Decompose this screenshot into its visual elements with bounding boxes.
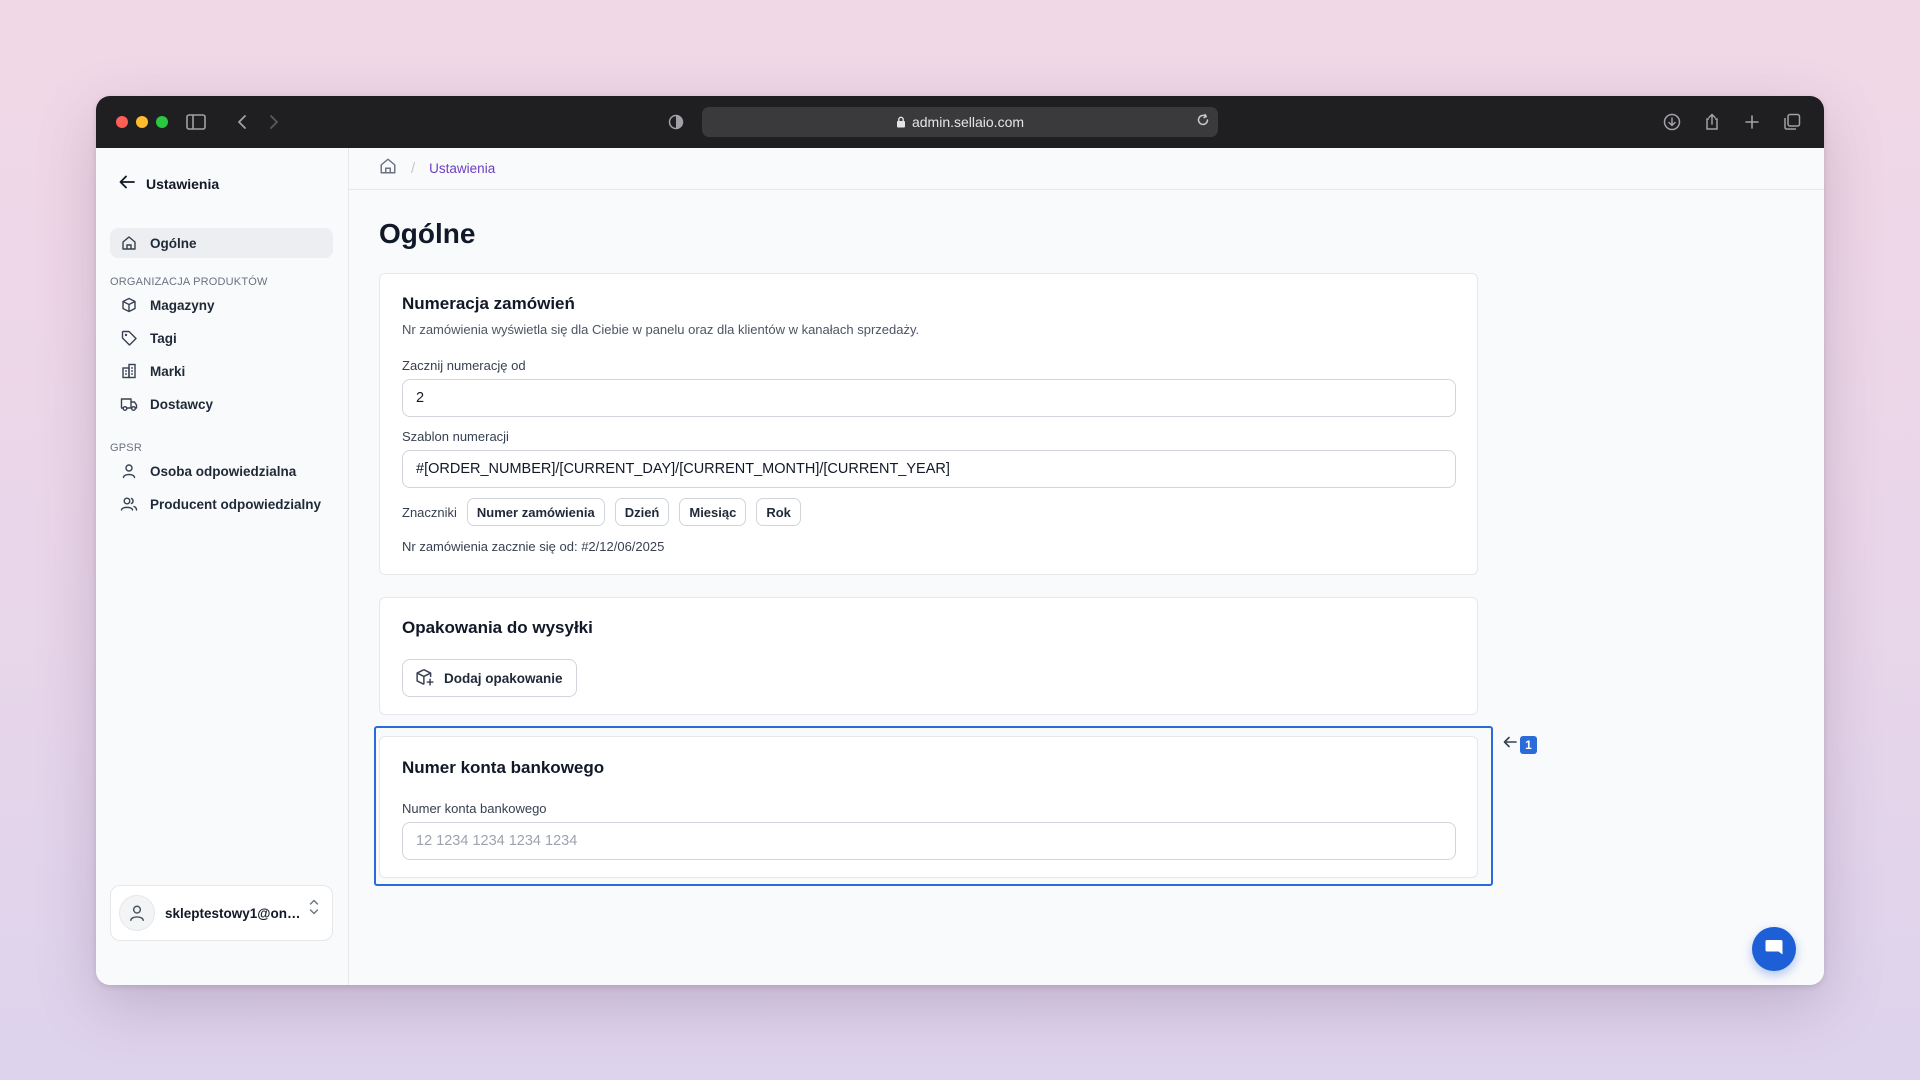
order-numbering-description: Nr zamówienia wyświetla się dla Ciebie w… [402, 322, 920, 337]
packaging-title: Opakowania do wysyłki [402, 618, 593, 637]
users-icon [120, 495, 138, 513]
lock-icon [896, 116, 906, 128]
chevron-up-down-icon [308, 898, 320, 921]
sidebar-item-label: Magazyny [150, 297, 215, 313]
sidebar-item-brands[interactable]: Marki [110, 356, 333, 386]
download-icon[interactable] [1660, 110, 1684, 134]
close-window-button[interactable] [116, 116, 128, 128]
breadcrumb: / Ustawienia [349, 148, 1824, 190]
breadcrumb-current[interactable]: Ustawienia [429, 161, 495, 176]
address-bar[interactable]: admin.sellaio.com [702, 107, 1218, 137]
settings-sidebar: Ustawienia Ogólne ORGANIZACJA PRODUKTÓW … [96, 148, 349, 985]
minimize-window-button[interactable] [136, 116, 148, 128]
tag-chip-year[interactable]: Rok [756, 498, 801, 526]
arrow-left-icon [118, 174, 136, 193]
maximize-window-button[interactable] [156, 116, 168, 128]
add-packaging-button[interactable]: Dodaj opakowanie [402, 659, 577, 697]
packaging-card: Opakowania do wysyłki Dodaj opakowanie [379, 597, 1478, 715]
share-icon[interactable] [1700, 110, 1724, 134]
user-avatar-icon [130, 905, 144, 922]
back-arrow-icon[interactable] [230, 110, 254, 134]
box-icon [120, 296, 138, 314]
order-numbering-card: Numeracja zamówień Nr zamówienia wyświet… [379, 273, 1478, 575]
sidebar-item-label: Marki [150, 363, 186, 379]
building-icon [120, 362, 138, 380]
reload-icon[interactable] [1196, 113, 1210, 127]
home-icon [120, 234, 138, 252]
marker-badge: 1 [1520, 735, 1537, 754]
privacy-shield-icon[interactable] [664, 110, 688, 134]
back-to-settings-link[interactable]: Ustawienia [118, 174, 219, 193]
browser-toolbar: admin.sellaio.com [96, 96, 1824, 148]
account-email: skleptestowy1@onet.pl [165, 905, 305, 921]
sidebar-item-label: Osoba odpowiedzialna [150, 463, 297, 479]
truck-icon [120, 395, 138, 413]
url-text: admin.sellaio.com [911, 114, 1025, 130]
sidebar-item-responsible-person[interactable]: Osoba odpowiedzialna [110, 456, 333, 486]
forward-arrow-icon[interactable] [262, 110, 286, 134]
template-input[interactable]: #[ORDER_NUMBER]/[CURRENT_DAY]/[CURRENT_M… [402, 450, 1456, 488]
sidebar-item-label: Ogólne [150, 235, 197, 251]
section-title-products: ORGANIZACJA PRODUKTÓW [110, 276, 268, 288]
window-controls [116, 116, 168, 128]
home-breadcrumb-icon[interactable] [379, 157, 397, 180]
bank-account-input[interactable]: 12 1234 1234 1234 1234 [402, 822, 1456, 860]
chat-bubble-icon [1763, 936, 1785, 963]
browser-window: admin.sellaio.com Ustawienia Ogólne ORGA… [96, 96, 1824, 985]
start-number-label: Zacznij numerację od [402, 358, 526, 373]
user-icon [120, 462, 138, 480]
annotation-marker: 1 [1502, 735, 1537, 754]
back-label: Ustawienia [146, 175, 220, 192]
bank-account-title: Numer konta bankowego [402, 758, 605, 777]
sidebar-item-responsible-producer[interactable]: Producent odpowiedzialny [110, 489, 333, 519]
avatar [119, 895, 155, 931]
start-number-input[interactable]: 2 [402, 379, 1456, 417]
chat-support-button[interactable] [1752, 927, 1796, 971]
sidebar-item-label: Tagi [150, 330, 177, 346]
tags-label: Znaczniki [402, 504, 457, 520]
arrow-left-marker-icon [1502, 735, 1518, 754]
new-tab-icon[interactable] [1740, 110, 1764, 134]
section-title-gpsr: GPSR [110, 442, 142, 454]
sidebar-item-suppliers[interactable]: Dostawcy [110, 389, 333, 419]
tabs-overview-icon[interactable] [1780, 110, 1804, 134]
preview-value: #2/12/06/2025 [581, 539, 665, 554]
tag-chip-month[interactable]: Miesiąc [679, 498, 747, 526]
app-root: Ustawienia Ogólne ORGANIZACJA PRODUKTÓW … [96, 148, 1824, 985]
order-number-preview: Nr zamówienia zacznie się od: #2/12/06/2… [402, 539, 664, 554]
sidebar-item-label: Producent odpowiedzialny [150, 496, 322, 512]
package-plus-icon [416, 668, 434, 689]
tag-chip-day[interactable]: Dzień [614, 498, 670, 526]
breadcrumb-separator: / [411, 160, 416, 177]
tags-row: Znaczniki Numer zamówienia Dzień Miesiąc… [402, 498, 801, 526]
tag-chip-order-number[interactable]: Numer zamówienia [466, 498, 605, 526]
bank-account-label: Numer konta bankowego [402, 801, 547, 816]
main-content: / Ustawienia Ogólne Numeracja zamówień N… [349, 148, 1824, 985]
sidebar-item-tags[interactable]: Tagi [110, 323, 333, 353]
sidebar-item-general[interactable]: Ogólne [110, 228, 333, 258]
order-numbering-title: Numeracja zamówień [402, 294, 575, 313]
account-switcher[interactable]: skleptestowy1@onet.pl [110, 885, 333, 941]
sidebar-item-warehouses[interactable]: Magazyny [110, 290, 333, 320]
add-packaging-label: Dodaj opakowanie [444, 670, 563, 686]
sidebar-item-label: Dostawcy [150, 396, 214, 412]
sidebar-toggle-icon[interactable] [184, 110, 208, 134]
page-title: Ogólne [379, 218, 476, 249]
tag-icon [120, 329, 138, 347]
template-label: Szablon numeracji [402, 429, 509, 444]
bank-account-card: Numer konta bankowego Numer konta bankow… [379, 736, 1478, 878]
preview-text: Nr zamówienia zacznie się od: [402, 539, 578, 554]
